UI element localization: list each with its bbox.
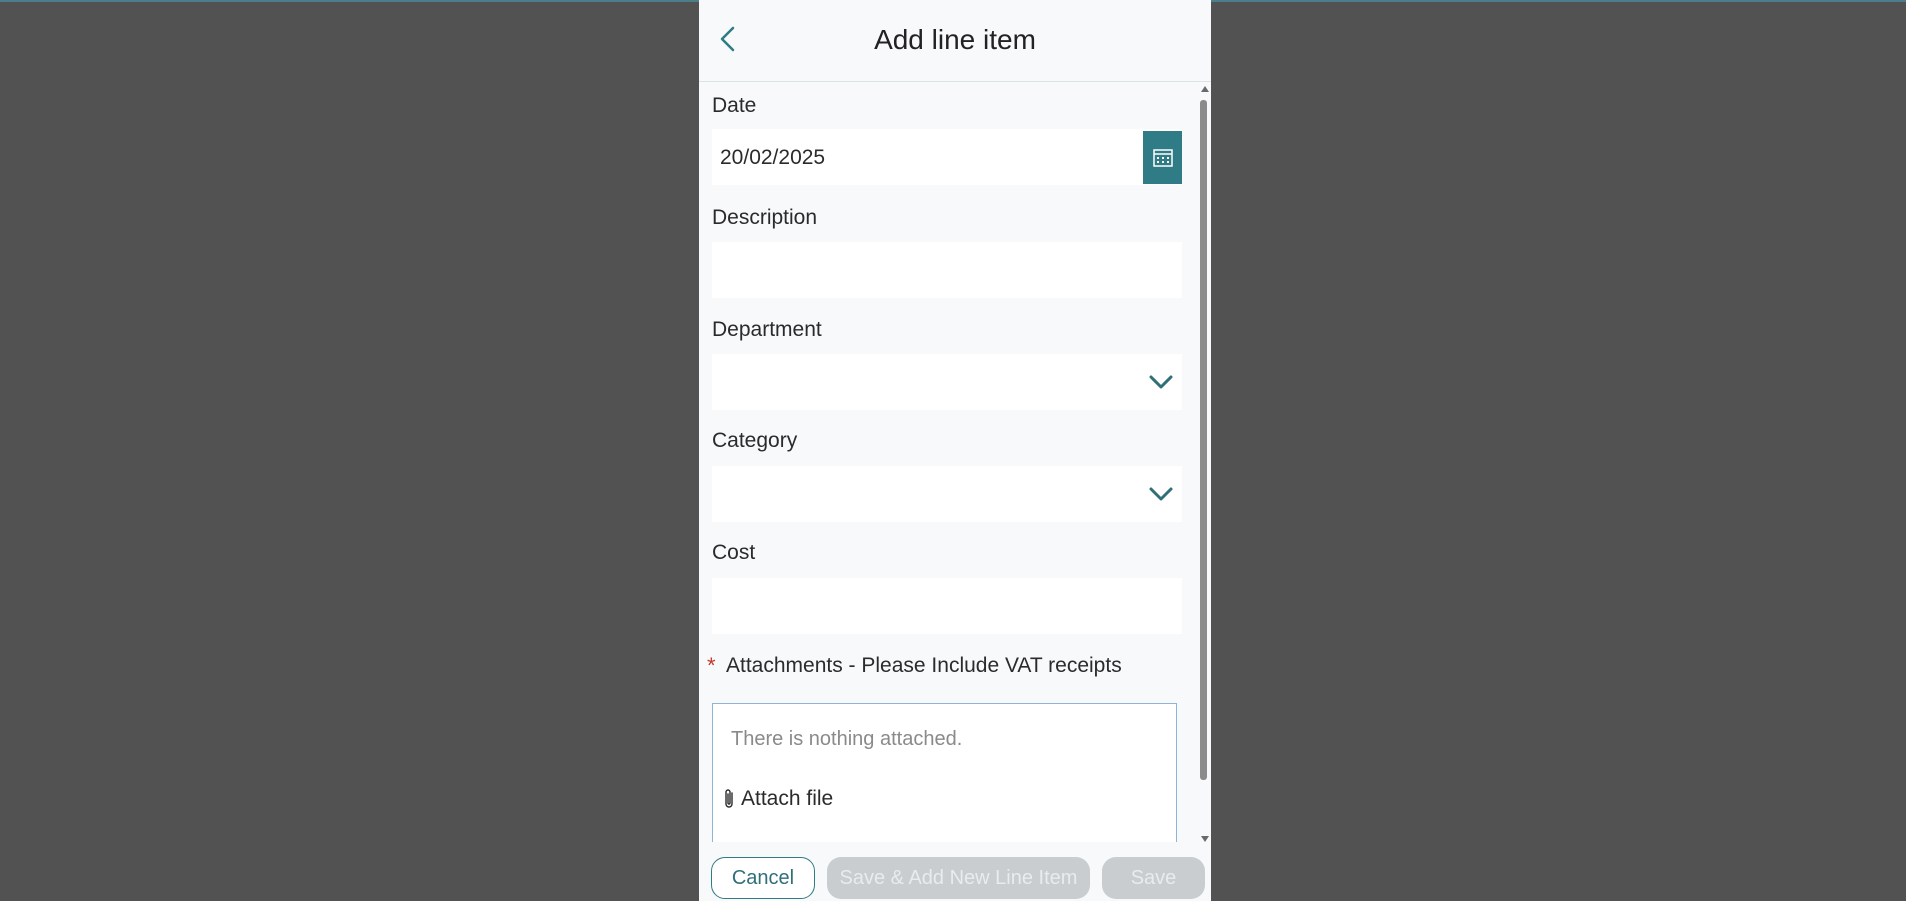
cost-label: Cost (712, 541, 756, 564)
date-field[interactable]: 20/02/2025 (712, 129, 1182, 185)
department-label: Department (712, 318, 822, 341)
category-dropdown[interactable] (712, 466, 1182, 522)
chevron-down-icon[interactable] (1148, 484, 1174, 504)
attach-file-button[interactable]: Attach file (721, 786, 833, 812)
description-input[interactable] (712, 242, 1182, 298)
department-dropdown[interactable] (712, 354, 1182, 410)
form-scroll-area[interactable]: Date 20/02/2025 Description Department C… (699, 82, 1211, 855)
category-label: Category (712, 429, 798, 452)
scroll-thumb[interactable] (1200, 100, 1207, 780)
save-and-add-new-button[interactable]: Save & Add New Line Item (827, 857, 1090, 899)
chevron-down-icon[interactable] (1148, 372, 1174, 392)
page-title: Add line item (874, 24, 1036, 55)
add-line-item-panel: Add line item Date 20/02/2025 Descriptio… (699, 0, 1211, 901)
vertical-scrollbar[interactable] (1198, 86, 1210, 842)
cost-input[interactable] (712, 578, 1182, 634)
date-value: 20/02/2025 (720, 146, 826, 169)
scroll-up-arrow-icon[interactable] (1201, 86, 1209, 92)
panel-header: Add line item (699, 0, 1211, 82)
cancel-button[interactable]: Cancel (711, 857, 815, 899)
attach-file-label: Attach file (741, 787, 834, 810)
paperclip-icon (725, 789, 733, 808)
calendar-button[interactable] (1143, 131, 1182, 184)
panel-footer: Cancel Save & Add New Line Item Save (699, 842, 1211, 901)
attachments-label: Attachments - Please Include VAT receipt… (726, 654, 1122, 677)
attachments-empty-text: There is nothing attached. (731, 728, 963, 750)
attachments-box: There is nothing attached. Attach file (712, 703, 1177, 855)
description-label: Description (712, 206, 818, 229)
required-marker: * (707, 653, 716, 678)
date-label: Date (712, 94, 757, 117)
save-button[interactable]: Save (1102, 857, 1205, 899)
calendar-icon (1152, 148, 1173, 167)
